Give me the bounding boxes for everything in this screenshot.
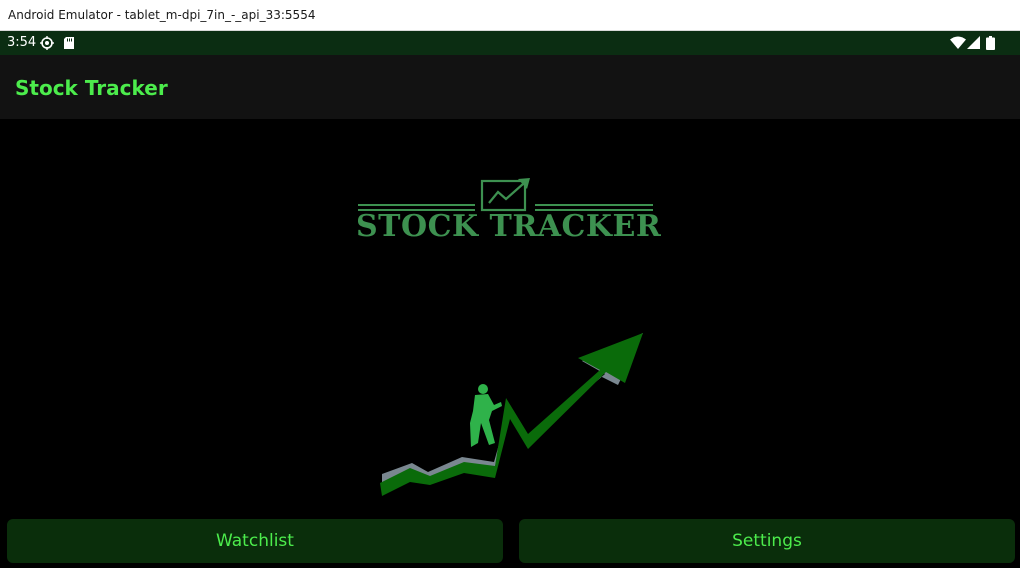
rising-arrow-illustration bbox=[380, 333, 643, 496]
battery-icon bbox=[986, 36, 995, 50]
status-time: 3:54 bbox=[7, 35, 37, 50]
settings-button-label: Settings bbox=[732, 531, 802, 551]
app-bar: Stock Tracker bbox=[0, 55, 1020, 119]
settings-button[interactable]: Settings bbox=[519, 519, 1015, 563]
logo-text: STOCK TRACKER bbox=[356, 209, 662, 244]
watchlist-button[interactable]: Watchlist bbox=[7, 519, 503, 563]
gps-icon bbox=[40, 36, 54, 50]
emulator-window-title: Android Emulator - tablet_m-dpi_7in_-_ap… bbox=[8, 8, 316, 22]
sd-card-icon bbox=[64, 37, 74, 49]
signal-icon bbox=[967, 36, 980, 49]
watchlist-button-label: Watchlist bbox=[216, 531, 294, 551]
emulator-window-titlebar: Android Emulator - tablet_m-dpi_7in_-_ap… bbox=[0, 0, 1020, 31]
android-status-bar: 3:54 bbox=[0, 31, 1020, 55]
app-title: Stock Tracker bbox=[15, 76, 168, 100]
wifi-icon bbox=[950, 36, 966, 49]
